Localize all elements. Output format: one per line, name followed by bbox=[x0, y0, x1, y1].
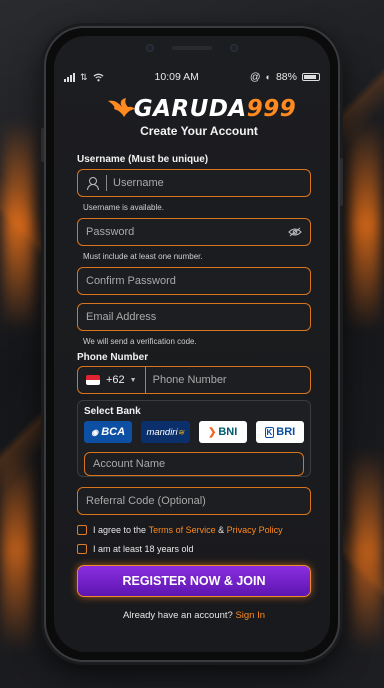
country-code[interactable]: +62 bbox=[106, 374, 125, 386]
phone-input[interactable]: +62 ▼ Phone Number bbox=[77, 366, 311, 394]
signal-icon bbox=[64, 72, 75, 82]
signin-row: Already have an account? Sign In bbox=[77, 610, 311, 621]
bri-logo-icon: K bbox=[264, 426, 275, 438]
mandiri-logo-icon: ≋ bbox=[177, 427, 185, 437]
username-hint: Username is available. bbox=[83, 203, 164, 212]
power-button bbox=[340, 158, 343, 206]
phone-label: Phone Number bbox=[77, 352, 149, 363]
background-glow-right bbox=[350, 120, 380, 330]
chevron-down-icon[interactable]: ▼ bbox=[130, 377, 137, 384]
password-input[interactable]: Password bbox=[77, 218, 311, 246]
register-button[interactable]: REGISTER NOW & JOIN bbox=[77, 565, 311, 597]
bank-selector: Select Bank ◉BCA mandiri≋ ❯BNI KBRI bbox=[77, 400, 311, 477]
bank-option-bni[interactable]: ❯ BNI bbox=[198, 421, 247, 443]
signin-prefix: Already have an account? bbox=[122, 610, 236, 621]
terms-checkbox[interactable] bbox=[77, 525, 87, 535]
account-name-placeholder: Account Name bbox=[93, 458, 166, 470]
age-label: I am at least 18 years old bbox=[93, 544, 194, 554]
sign-in-link[interactable]: Sign In bbox=[235, 610, 265, 621]
phone-screen: ⇅ 10:09 AM @ ◐ 88% GARUDA999 Create Your… bbox=[54, 36, 330, 652]
email-placeholder: Email Address bbox=[86, 311, 157, 323]
referral-code-input[interactable]: Referral Code (Optional) bbox=[77, 487, 311, 515]
hide-password-icon[interactable] bbox=[288, 227, 302, 237]
username-input[interactable]: Username bbox=[77, 169, 311, 197]
age-checkbox[interactable] bbox=[77, 544, 87, 554]
bank-option-bca[interactable]: ◉ BCA bbox=[84, 421, 133, 443]
volume-button bbox=[41, 128, 44, 162]
email-hint: We will send a verification code. bbox=[83, 337, 197, 346]
bank-options: ◉ BCA mandiri ≋ ❯ BNI K BRI bbox=[84, 421, 304, 443]
bni-logo-icon: ❯ bbox=[207, 426, 217, 438]
bank-option-mandiri[interactable]: mandiri ≋ bbox=[141, 421, 190, 443]
username-label: Username (Must be unique) bbox=[77, 154, 209, 165]
bca-logo-icon: ◉ bbox=[91, 427, 99, 437]
user-icon bbox=[86, 177, 99, 190]
confirm-password-placeholder: Confirm Password bbox=[86, 275, 176, 287]
terms-of-service-link[interactable]: Terms of Service bbox=[149, 525, 216, 535]
indonesia-flag-icon bbox=[86, 375, 100, 385]
background-glow-bottom-right bbox=[352, 450, 382, 650]
referral-placeholder: Referral Code (Optional) bbox=[86, 495, 206, 507]
phone-placeholder: Phone Number bbox=[152, 374, 227, 386]
phone-device: ⇅ 10:09 AM @ ◐ 88% GARUDA999 Create Your… bbox=[41, 26, 343, 662]
password-hint: Must include at least one number. bbox=[83, 252, 203, 261]
account-name-input[interactable]: Account Name bbox=[84, 452, 304, 476]
confirm-password-input[interactable]: Confirm Password bbox=[77, 267, 311, 295]
email-input[interactable]: Email Address bbox=[77, 303, 311, 331]
username-placeholder: Username bbox=[113, 177, 164, 189]
terms-ampersand: & bbox=[218, 525, 225, 535]
phone-divider bbox=[144, 366, 146, 394]
terms-checkbox-row: I agree to the Terms of Service & Privac… bbox=[77, 525, 311, 535]
bank-option-bri[interactable]: K BRI bbox=[255, 421, 304, 443]
bank-label: Select Bank bbox=[84, 406, 141, 417]
terms-prefix: I agree to the bbox=[93, 525, 147, 535]
background-glow-left bbox=[4, 120, 34, 330]
privacy-policy-link[interactable]: Privacy Policy bbox=[227, 525, 283, 535]
input-divider bbox=[106, 175, 107, 191]
background-glow-bottom-left bbox=[2, 450, 32, 650]
password-placeholder: Password bbox=[86, 226, 135, 238]
age-checkbox-row: I am at least 18 years old bbox=[77, 544, 311, 554]
